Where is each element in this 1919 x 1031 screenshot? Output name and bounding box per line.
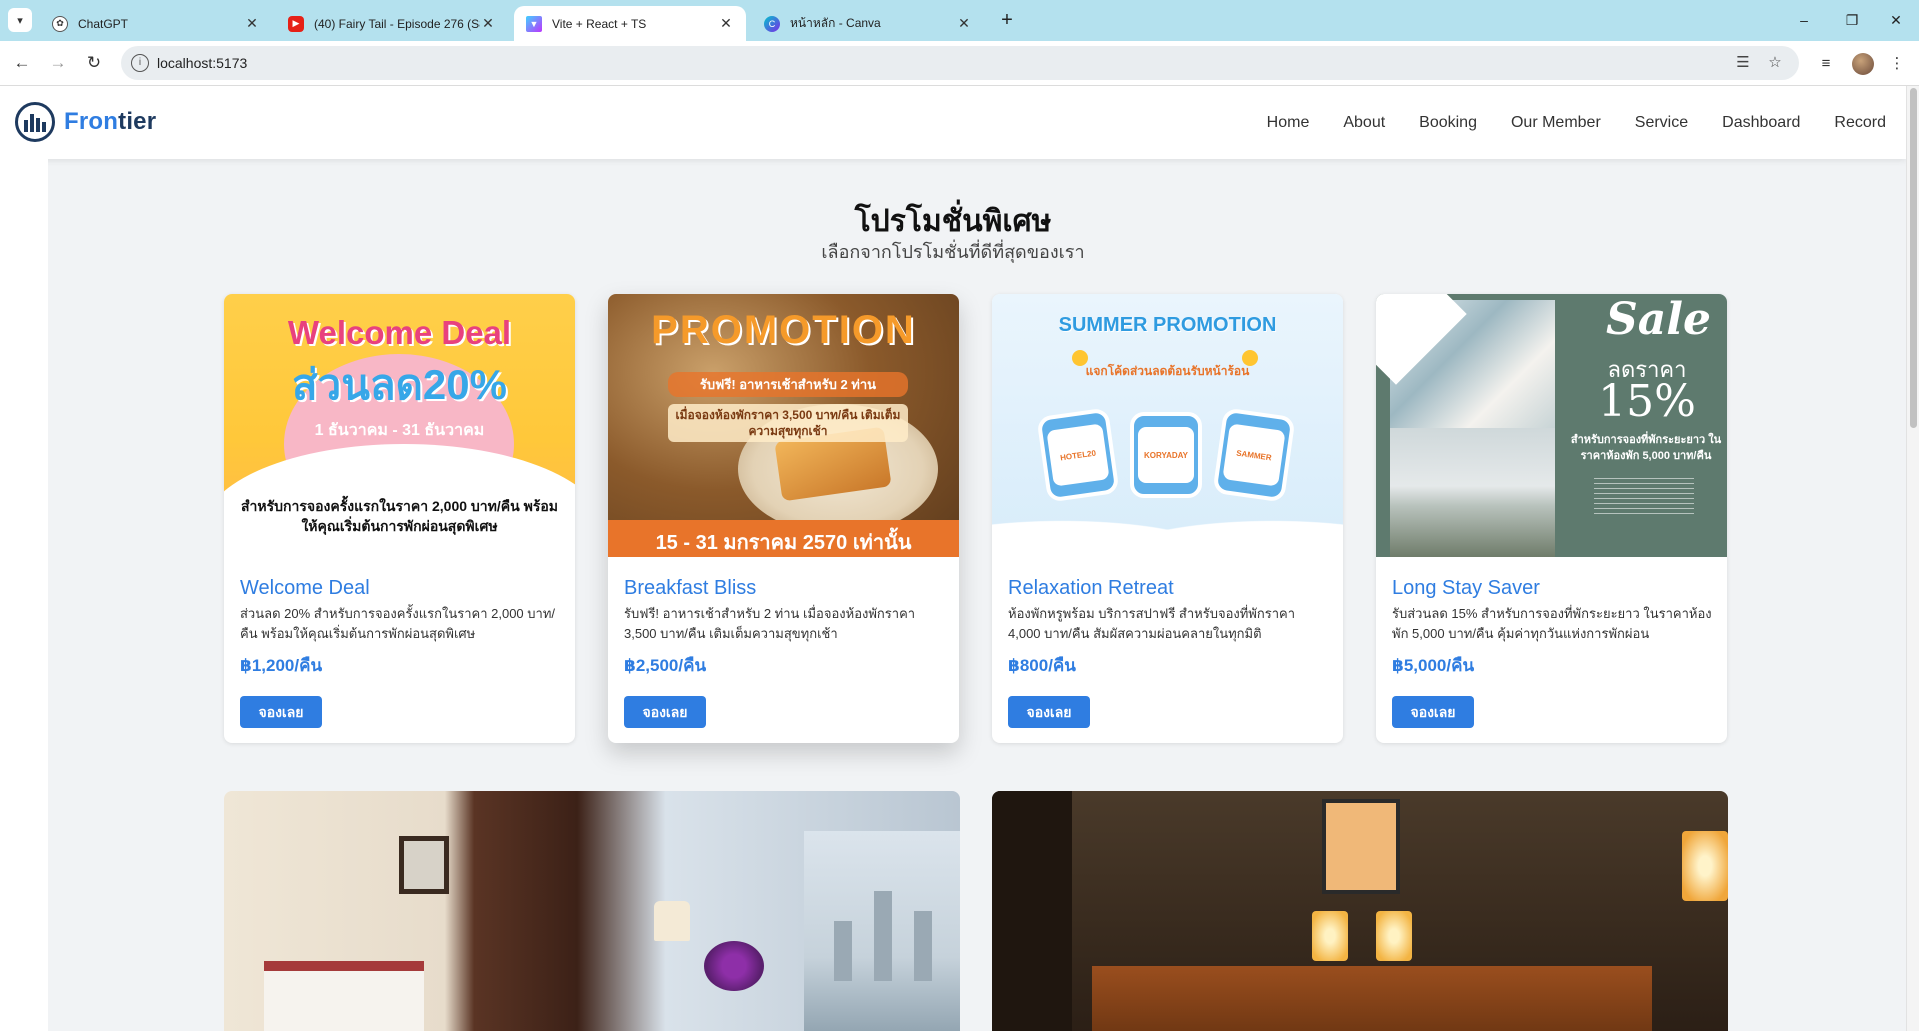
tab-title: (40) Fairy Tail - Episode 276 (S8: [314, 16, 480, 31]
tab-chatgpt[interactable]: ✿ ChatGPT ✕: [40, 6, 272, 41]
browser-tab-bar: ▾ ✿ ChatGPT ✕ ▶ (40) Fairy Tail - Episod…: [0, 0, 1919, 41]
banner-text: Sale: [1606, 294, 1711, 345]
back-button[interactable]: ←: [8, 49, 36, 77]
tab-vite[interactable]: ▼ Vite + React + TS ✕: [514, 6, 746, 41]
promo-banner-image: Welcome Deal ส่วนลด20% 1 ธันวาคม - 31 ธั…: [224, 294, 575, 557]
close-icon[interactable]: ✕: [956, 15, 972, 32]
brand-name[interactable]: Frontier: [64, 108, 156, 136]
page-viewport: Frontier Home About Booking Our Member S…: [0, 86, 1906, 1031]
nav-service[interactable]: Service: [1635, 114, 1688, 132]
banner-text: 1 ธันวาคม - 31 ธันวาคม: [314, 422, 485, 439]
hotel-logo-icon[interactable]: [15, 102, 55, 142]
url-text[interactable]: localhost:5173: [157, 55, 247, 71]
nav-booking[interactable]: Booking: [1419, 114, 1477, 132]
media-controls-icon[interactable]: ≡: [1815, 53, 1837, 75]
close-icon[interactable]: ✕: [244, 15, 260, 32]
tab-title: ChatGPT: [78, 16, 129, 31]
promo-card-relaxation-retreat: SUMMER PROMOTION แจกโค้ดส่วนลดต้อนรับหน้…: [992, 294, 1343, 743]
promo-card-breakfast-bliss: PROMOTION รับฟรี! อาหารเช้าสำหรับ 2 ท่าน…: [608, 294, 959, 743]
banner-text: PROMOTION: [651, 308, 916, 352]
translate-icon[interactable]: ☰: [1733, 53, 1753, 73]
promo-card-long-stay-saver: Sale ลดราคา 15% สำหรับการจองที่พักระยะยา…: [1376, 294, 1727, 743]
nav-dashboard[interactable]: Dashboard: [1722, 114, 1800, 132]
promo-name: Relaxation Retreat: [1008, 577, 1174, 599]
coupon-code: HOTEL20: [1046, 423, 1110, 487]
bookmark-star-icon[interactable]: ☆: [1765, 53, 1785, 73]
promo-price: ฿5,000/คืน: [1392, 656, 1475, 675]
tab-youtube[interactable]: ▶ (40) Fairy Tail - Episode 276 (S8 ✕: [276, 6, 508, 41]
promo-banner-image: Sale ลดราคา 15% สำหรับการจองที่พักระยะยา…: [1376, 294, 1727, 557]
promo-name: Long Stay Saver: [1392, 577, 1540, 599]
nav-home[interactable]: Home: [1267, 114, 1310, 132]
tab-search-button[interactable]: ▾: [8, 8, 32, 32]
book-now-button[interactable]: จองเลย: [1008, 696, 1090, 728]
chevron-down-icon: ▾: [17, 14, 23, 27]
site-info-icon[interactable]: i: [131, 54, 149, 72]
main-nav: Home About Booking Our Member Service Da…: [1267, 114, 1886, 132]
coupon-code: KORYADAY: [1138, 427, 1194, 483]
promo-description: ส่วนลด 20% สำหรับการจองครั้งแรกในราคา 2,…: [240, 606, 555, 641]
nav-about[interactable]: About: [1343, 114, 1385, 132]
tab-title: Vite + React + TS: [552, 16, 647, 31]
brand-part-2: tier: [118, 108, 157, 135]
banner-text: ส่วนลด20%: [291, 361, 507, 408]
new-tab-button[interactable]: +: [995, 8, 1019, 32]
promo-name: Welcome Deal: [240, 577, 370, 599]
banner-text: รับฟรี! อาหารเช้าสำหรับ 2 ท่าน: [668, 372, 908, 397]
scrollbar-thumb[interactable]: [1910, 88, 1917, 428]
left-gutter: [0, 159, 48, 1031]
banner-text: เมื่อจองห้องพักราคา 3,500 บาท/คืน เติมเต…: [668, 404, 908, 442]
section-subtitle: เลือกจากโปรโมชั่นที่ดีที่สุดของเรา: [821, 242, 1085, 262]
restore-button[interactable]: ❐: [1832, 6, 1872, 34]
youtube-icon: ▶: [288, 15, 304, 32]
nav-our-member[interactable]: Our Member: [1511, 114, 1601, 132]
promo-description: รับฟรี! อาหารเช้าสำหรับ 2 ท่าน เมื่อจองห…: [624, 606, 916, 641]
promo-description: ห้องพักหรูพร้อม บริการสปาฟรี สำหรับจองที…: [1008, 606, 1296, 641]
banner-text: สำหรับการจองที่พักระยะยาว ในราคาห้องพัก …: [1570, 434, 1722, 462]
tab-canva[interactable]: C หน้าหลัก - Canva ✕: [752, 6, 984, 41]
promo-price: ฿1,200/คืน: [240, 656, 323, 675]
coupon-tag: KORYADAY: [1130, 412, 1202, 498]
banner-text: 15 - 31 มกราคม 2570 เท่านั้น: [655, 532, 912, 554]
coupon-tag: HOTEL20: [1036, 407, 1120, 503]
room-card-image[interactable]: [224, 791, 960, 1031]
minimize-button[interactable]: –: [1784, 6, 1824, 34]
banner-text: แจกโค้ดส่วนลดต้อนรับหน้าร้อน: [1085, 364, 1250, 378]
address-bar[interactable]: i localhost:5173 ☰ ☆: [121, 46, 1799, 80]
canva-icon: C: [764, 15, 780, 32]
browser-toolbar: ← → ↻ i localhost:5173 ☰ ☆ ≡ ⋮: [0, 41, 1919, 86]
promo-banner-image: SUMMER PROMOTION แจกโค้ดส่วนลดต้อนรับหน้…: [992, 294, 1343, 557]
banner-text: Welcome Deal: [287, 314, 512, 351]
promo-banner-image: PROMOTION รับฟรี! อาหารเช้าสำหรับ 2 ท่าน…: [608, 294, 959, 557]
page-scrollbar[interactable]: [1906, 86, 1919, 1031]
banner-text: SUMMER PROMOTION: [1058, 314, 1277, 336]
tab-title: หน้าหลัก - Canva: [790, 16, 881, 30]
promo-card-welcome-deal: Welcome Deal ส่วนลด20% 1 ธันวาคม - 31 ธั…: [224, 294, 575, 743]
window-close-button[interactable]: ✕: [1876, 6, 1916, 34]
promo-price: ฿2,500/คืน: [624, 656, 707, 675]
promo-name: Breakfast Bliss: [624, 577, 757, 599]
book-now-button[interactable]: จองเลย: [240, 696, 322, 728]
vite-icon: ▼: [526, 15, 542, 32]
promo-description: รับส่วนลด 15% สำหรับการจองที่พักระยะยาว …: [1392, 606, 1712, 641]
coupon-tag: SAMMER: [1212, 407, 1296, 503]
book-now-button[interactable]: จองเลย: [1392, 696, 1474, 728]
forward-button[interactable]: →: [44, 49, 72, 77]
chatgpt-icon: ✿: [52, 15, 68, 32]
banner-text: สำหรับการจองครั้งแรกในราคา 2,000 บาท/คืน…: [241, 498, 558, 534]
promo-price: ฿800/คืน: [1008, 656, 1076, 675]
brand-part-1: Fron: [64, 108, 119, 135]
banner-text: 15%: [1598, 376, 1696, 427]
close-icon[interactable]: ✕: [480, 15, 496, 32]
room-card-image[interactable]: [992, 791, 1728, 1031]
book-now-button[interactable]: จองเลย: [624, 696, 706, 728]
site-header: Frontier Home About Booking Our Member S…: [0, 86, 1906, 159]
coupon-code: SAMMER: [1222, 423, 1286, 487]
reload-button[interactable]: ↻: [80, 49, 108, 77]
close-icon[interactable]: ✕: [718, 15, 734, 32]
nav-record[interactable]: Record: [1834, 114, 1886, 132]
menu-icon[interactable]: ⋮: [1886, 53, 1908, 75]
profile-avatar[interactable]: [1852, 53, 1874, 75]
